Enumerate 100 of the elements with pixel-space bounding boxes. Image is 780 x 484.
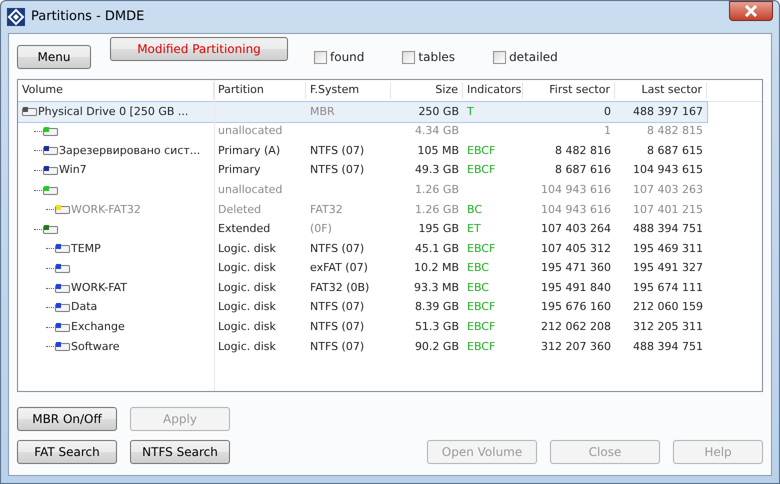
table-cell: Logic. disk bbox=[218, 261, 276, 274]
table-row[interactable]: Зарезервировано сист... Primary (A) NTFS (07) 105 MB EBCF 8 482 816 8 687 615 bbox=[18, 141, 762, 161]
table-cell: Logic. disk bbox=[218, 300, 276, 314]
table-cell: unallocated bbox=[218, 182, 282, 196]
table-cell: BC bbox=[467, 202, 482, 216]
volume-name: WORK-FAT bbox=[71, 280, 127, 296]
table-cell: 195 469 311 bbox=[633, 242, 703, 255]
volume-name: WORK-FAT32 bbox=[71, 202, 141, 218]
table-cell: 104 943 616 bbox=[541, 202, 611, 216]
table-cell: 45.1 GB bbox=[414, 242, 459, 255]
table-cell: 1 bbox=[604, 124, 611, 138]
table-cell: NTFS (07) bbox=[310, 144, 364, 157]
table-cell: NTFS (07) bbox=[310, 320, 364, 334]
table-cell: exFAT (07) bbox=[310, 261, 368, 274]
table-cell: 8.39 GB bbox=[414, 300, 459, 314]
table-cell: 90.2 GB bbox=[414, 340, 459, 353]
table-cell: 8 687 615 bbox=[647, 144, 703, 157]
table-cell: 488 394 751 bbox=[633, 222, 703, 236]
column-header[interactable]: First sector bbox=[523, 82, 615, 99]
table-cell: EBCF bbox=[467, 340, 496, 353]
table-cell: MBR bbox=[310, 104, 335, 118]
column-header[interactable]: Last sector bbox=[615, 82, 707, 99]
table-cell: 51.3 GB bbox=[414, 320, 459, 334]
table-cell: 195 GB bbox=[418, 222, 459, 236]
table-cell: 1.26 GB bbox=[414, 182, 459, 196]
volume-name: TEMP bbox=[71, 240, 101, 257]
table-cell: EBCF bbox=[467, 300, 496, 314]
table-cell: 195 676 160 bbox=[541, 300, 611, 314]
table-cell: 8 482 815 bbox=[647, 124, 703, 138]
column-header[interactable]: Volume bbox=[18, 82, 214, 99]
table-cell: ET bbox=[467, 222, 481, 236]
table-row[interactable]: Win7 Primary NTFS (07) 49.3 GB EBCF 8 687 616 104 943 615 bbox=[18, 160, 762, 180]
volume-name: Data bbox=[71, 299, 98, 316]
table-cell: 312 207 360 bbox=[541, 340, 611, 353]
close-button[interactable] bbox=[729, 1, 773, 21]
column-header[interactable]: Size bbox=[391, 82, 463, 99]
dialog-button[interactable]: FAT Search bbox=[17, 440, 117, 464]
table-row[interactable]: WORK-FAT Logic. disk FAT32 (0B) 93.3 MB EBC 195 491 840 195 674 111 bbox=[18, 278, 762, 298]
table-cell: 8 687 616 bbox=[555, 163, 611, 176]
dialog-button[interactable]: MBR On/Off bbox=[17, 407, 117, 431]
table-cell: EBCF bbox=[467, 242, 496, 255]
table-cell: NTFS (07) bbox=[310, 300, 364, 314]
table-cell: 49.3 GB bbox=[414, 163, 459, 176]
dialog-button[interactable]: NTFS Search bbox=[130, 440, 230, 464]
table-cell: 195 491 327 bbox=[633, 261, 703, 274]
table-cell: 0 bbox=[604, 104, 611, 118]
table-row[interactable]: Physical Drive 0 [250 GB ... MBR 250 GB T 0 488 397 167 bbox=[18, 102, 707, 122]
table-cell: Logic. disk bbox=[218, 280, 276, 294]
table-cell: Deleted bbox=[218, 202, 262, 216]
table-cell: NTFS (07) bbox=[310, 242, 364, 255]
table-cell: 107 401 215 bbox=[633, 202, 703, 216]
table-cell: Extended bbox=[218, 222, 270, 236]
table-row[interactable]: Exchange Logic. disk NTFS (07) 51.3 GB EBCF 212 062 208 312 205 311 bbox=[18, 318, 762, 338]
table-row[interactable]: Logic. disk exFAT (07) 10.2 MB EBC 195 471 360 195 491 327 bbox=[18, 258, 762, 278]
table-row[interactable]: Software Logic. disk NTFS (07) 90.2 GB EBCF 312 207 360 488 394 751 bbox=[18, 337, 762, 357]
table-cell: 195 471 360 bbox=[541, 261, 611, 274]
table-cell: 107 405 312 bbox=[541, 242, 611, 255]
table-cell: 195 491 840 bbox=[541, 280, 611, 294]
checkbox[interactable]: found bbox=[314, 48, 364, 66]
table-cell: 107 403 264 bbox=[541, 222, 611, 236]
toolbar-button[interactable]: Menu bbox=[17, 45, 91, 69]
table-cell: NTFS (07) bbox=[310, 163, 364, 176]
table-cell: 104 943 616 bbox=[541, 182, 611, 196]
table-cell: EBCF bbox=[467, 144, 496, 157]
table-row[interactable]: Extended (0F) 195 GB ET 107 403 264 488 394 751 bbox=[18, 220, 762, 240]
table-cell: 312 205 311 bbox=[633, 320, 703, 334]
table-cell: 10.2 MB bbox=[414, 261, 459, 274]
column-header[interactable]: Partition bbox=[214, 82, 306, 99]
table-cell: 93.3 MB bbox=[414, 280, 459, 294]
column-header[interactable]: F.System bbox=[306, 82, 391, 99]
table-row[interactable]: Data Logic. disk NTFS (07) 8.39 GB EBCF 195 676 160 212 060 159 bbox=[18, 298, 762, 318]
volume-name: Software bbox=[71, 338, 120, 355]
checkbox[interactable]: detailed bbox=[493, 48, 558, 66]
window-title: Partitions - DMDE bbox=[31, 8, 144, 26]
close-icon bbox=[744, 5, 758, 18]
table-cell: NTFS (07) bbox=[310, 340, 364, 353]
table-cell: 195 674 111 bbox=[633, 280, 703, 294]
table-cell: 212 062 208 bbox=[541, 320, 611, 334]
volume-name: Physical Drive 0 [250 GB ... bbox=[38, 104, 188, 120]
table-row[interactable]: TEMP Logic. disk NTFS (07) 45.1 GB EBCF 107 405 312 195 469 311 bbox=[18, 239, 762, 259]
table-cell: 8 482 816 bbox=[555, 144, 611, 157]
table-cell: unallocated bbox=[218, 124, 282, 138]
table-cell: 212 060 159 bbox=[633, 300, 703, 314]
column-header[interactable]: Indicators bbox=[463, 82, 523, 99]
table-cell: EBC bbox=[467, 261, 489, 274]
table-cell: 250 GB bbox=[418, 104, 459, 118]
volume-name: Exchange bbox=[71, 319, 125, 336]
table-cell: 488 394 751 bbox=[633, 340, 703, 353]
table-cell: Logic. disk bbox=[218, 242, 276, 255]
table-cell: Logic. disk bbox=[218, 340, 276, 353]
table-cell: EBCF bbox=[467, 320, 496, 334]
table-cell: 1.26 GB bbox=[414, 202, 459, 216]
toolbar-button[interactable]: Modified Partitioning bbox=[110, 37, 288, 61]
table-cell: 104 943 615 bbox=[633, 163, 703, 176]
table-cell: EBCF bbox=[467, 163, 496, 176]
volume-name: Зарезервировано сист... bbox=[59, 142, 200, 159]
table-cell: Primary (A) bbox=[218, 144, 280, 157]
app-icon bbox=[7, 8, 25, 26]
checkbox[interactable]: tables bbox=[402, 48, 456, 66]
table-cell: 4.34 GB bbox=[414, 124, 459, 138]
